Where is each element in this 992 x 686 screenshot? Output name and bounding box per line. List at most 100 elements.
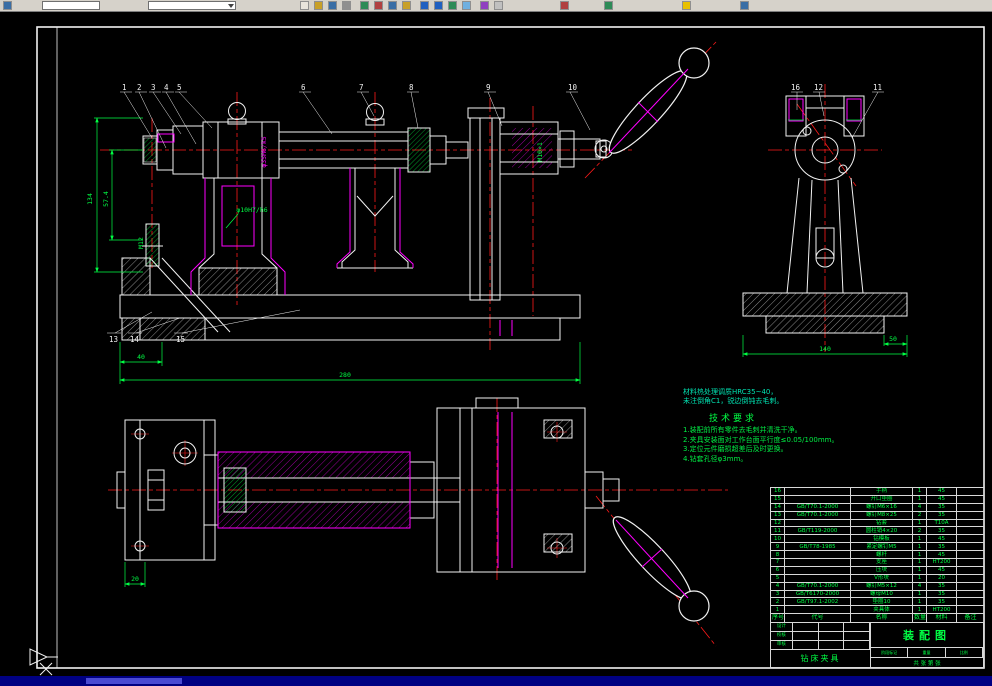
dimension-label: 57.4 [102, 191, 110, 207]
properties-icon[interactable] [604, 1, 613, 10]
callout-13: 13 [109, 335, 118, 344]
dimension-label: 140 [819, 345, 831, 353]
paste-icon[interactable] [402, 1, 411, 10]
callout-11: 11 [873, 83, 882, 92]
callout-10: 10 [568, 83, 578, 92]
grid-icon[interactable] [740, 1, 749, 10]
plan-dim-labels: 20 [131, 575, 139, 583]
note-pre-line: 未注倒角C1，锐边倒钝去毛刺。 [683, 397, 784, 405]
note-item: 4.钻套孔径φ3mm。 [683, 454, 748, 463]
thread-label: M10×1 [536, 142, 544, 162]
plan-geometry [116, 397, 710, 622]
undo-icon[interactable] [420, 1, 429, 10]
tb-label: 设计 [771, 623, 793, 631]
status-bar [0, 676, 992, 686]
copy-icon[interactable] [388, 1, 397, 10]
callout-4: 4 [164, 83, 169, 92]
callout-6: 6 [301, 83, 306, 92]
bom-row: 14 GB/T70.1-2000 螺钉M6×16 4 35 [770, 502, 984, 512]
zoom-in-icon[interactable] [448, 1, 457, 10]
status-segment[interactable] [86, 678, 182, 684]
callout-9: 9 [486, 83, 491, 92]
drawing-title: 装配图 [871, 623, 983, 648]
bom-row: 12 钻套 1 T10A [770, 518, 984, 528]
callout-8: 8 [409, 83, 414, 92]
redo-icon[interactable] [434, 1, 443, 10]
callout-5: 5 [177, 83, 182, 92]
bom-row: 6 压块 1 45 [770, 565, 984, 575]
title-block-grid: 设计 校核 审核 [771, 623, 870, 650]
print-icon[interactable] [342, 1, 351, 10]
dimension-label: 134 [86, 193, 94, 205]
fit-label: φ35H6/k5 [260, 136, 268, 167]
bom-row: 1 夹具体 1 HT200 [770, 605, 984, 615]
tb-label: 比例 [946, 648, 983, 657]
dimension-label: 20 [131, 575, 139, 583]
title-block: 设计 校核 审核 钻床夹具 装配图 阶段标记 重量 比例 共 张 第 张 [770, 622, 984, 668]
bom-row: 3 GB/T6170-2000 螺母M10 1 35 [770, 589, 984, 599]
fit-label: φ10H7/h6 [236, 206, 267, 214]
bom-row: 2 GB/T97.1-2002 垫圈10 1 35 [770, 597, 984, 607]
technical-notes: 材料热处理调质HRC35~40， 未注倒角C1，锐边倒钝去毛刺。 技术要求 1.… [683, 388, 983, 464]
callout-12: 12 [814, 83, 823, 92]
sheet-count: 共 张 第 张 [913, 660, 941, 667]
cad-window: 134 57.4 40 280 φ10H7/h6 φ35H6/k5 M10×1 … [0, 0, 992, 686]
save-icon[interactable] [328, 1, 337, 10]
front-magenta [157, 68, 689, 336]
title-block-right: 装配图 阶段标记 重量 比例 共 张 第 张 [871, 623, 983, 667]
ucs-icon [29, 648, 58, 676]
bom-row: 9 GB/T78-1985 紧定螺钉M5 1 35 [770, 542, 984, 552]
plot-icon[interactable] [560, 1, 569, 10]
layers-icon[interactable] [494, 1, 503, 10]
zoom-out-icon[interactable] [462, 1, 471, 10]
tb-label: 阶段标记 [871, 648, 909, 657]
callout-15: 15 [176, 335, 185, 344]
front-dimensions [94, 117, 581, 384]
toolbar-field[interactable] [42, 1, 100, 10]
new-icon[interactable] [300, 1, 309, 10]
bom-row: 15 开口垫圈 1 45 [770, 494, 984, 504]
bom-row: 13 GB/T70.1-2000 螺钉M8×25 2 35 [770, 510, 984, 520]
callout-1: 1 [122, 83, 127, 92]
dimension-label: 40 [137, 353, 145, 361]
side-callout-numbers: 16 12 11 [791, 83, 882, 92]
bom-table: 16 手柄 1 45 15 开口垫圈 1 45 14 GB/T70.1-2000 螺钉M6×16… [770, 487, 984, 622]
chevron-down-icon[interactable] [228, 4, 234, 8]
cut-icon[interactable] [374, 1, 383, 10]
bom-row: 5 V形块 1 20 [770, 573, 984, 583]
callout-14: 14 [130, 335, 140, 344]
notes-heading: 技术要求 [709, 414, 758, 424]
bom-row: 7 支座 1 HT200 [770, 558, 984, 567]
note-item: 3.定位元件磨损超差后及时更换。 [683, 445, 788, 453]
open-icon[interactable] [314, 1, 323, 10]
note-pre-line: 材料热处理调质HRC35~40， [683, 388, 778, 396]
app-icon[interactable] [3, 1, 12, 10]
toolbar [0, 0, 992, 12]
note-item: 2.夹具安装面对工作台面平行度≤0.05/100mm。 [683, 435, 839, 444]
layer-combo[interactable] [148, 1, 236, 10]
callout-2: 2 [137, 83, 142, 92]
callout-3: 3 [151, 83, 156, 92]
callout-16: 16 [791, 83, 801, 92]
drawing-subtitle: 钻床夹具 [800, 653, 841, 663]
tb-label: 审核 [771, 641, 793, 649]
callout-7: 7 [359, 83, 364, 92]
plan-view: 20 [108, 397, 728, 647]
thread-label: M12 [137, 237, 145, 249]
bom-row: 10 钻模板 1 45 [770, 534, 984, 544]
title-block-left: 设计 校核 审核 钻床夹具 [771, 623, 871, 667]
bom-row: 11 GB/T119-2000 圆柱销4×20 2 35 [770, 526, 984, 536]
dimension-label: 280 [339, 371, 351, 379]
help-icon[interactable] [682, 1, 691, 10]
side-view: 140 50 16 12 11 [742, 83, 908, 357]
front-view: 134 57.4 40 280 φ10H7/h6 φ35H6/k5 M10×1 … [86, 41, 717, 384]
dimension-label: 50 [889, 335, 897, 343]
preview-icon[interactable] [360, 1, 369, 10]
centerlines [108, 398, 728, 647]
bom-row: 8 螺杆 1 45 [770, 550, 984, 560]
bom-header-row: 序号 代号 名称 数量 材料 备注 [770, 613, 984, 622]
pan-icon[interactable] [480, 1, 489, 10]
bom-row: 16 手柄 1 45 [770, 487, 984, 496]
tb-label: 重量 [908, 648, 946, 657]
tb-label: 校核 [771, 632, 793, 640]
